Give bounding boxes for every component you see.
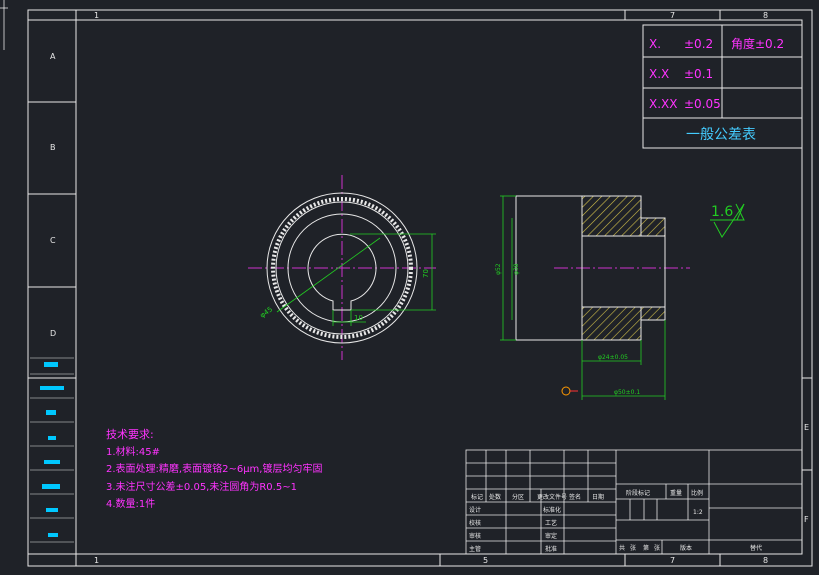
tb-sheet-total: 共 xyxy=(619,544,625,552)
tb-label-approve: 批准 xyxy=(545,545,557,553)
zone-label-top-1: 1 xyxy=(94,11,99,20)
tb-replace-label: 替代 xyxy=(750,544,762,552)
side-view: φ52 φ38 φ24±0.05 φ50±0.1 xyxy=(495,195,690,400)
tb-sheet-index-unit: 张 xyxy=(654,544,660,552)
tol-table-title: 一般公差表 xyxy=(686,127,756,143)
tb-version-label: 版本 xyxy=(680,544,692,552)
tb-label-check: 校核 xyxy=(469,519,481,527)
zone-label-bottom-1: 1 xyxy=(94,556,99,565)
tech-requirements: 技术要求: 1.材料:45# 2.表面处理:精磨,表面镀铬2~6μm,镀层均匀牢… xyxy=(106,428,322,510)
tb-header-mark: 标记 xyxy=(471,493,483,501)
left-strip-markers xyxy=(40,362,64,537)
tb-label-approve-set: 审定 xyxy=(545,532,557,540)
roughness-symbol: 1.6 xyxy=(710,203,745,238)
zone-label-bottom-5: 5 xyxy=(483,556,488,565)
zone-label-right-f: F xyxy=(804,515,809,524)
zone-label-bottom-7: 7 xyxy=(670,556,675,565)
roughness-value: 1.6 xyxy=(711,204,733,220)
tol-row3-format: X.XX xyxy=(649,97,677,111)
front-dim-keyway: 10 xyxy=(354,314,363,322)
tb-label-standard: 标准化 xyxy=(543,506,561,514)
tb-weight-label: 重量 xyxy=(670,489,682,497)
tb-label-lead: 主管 xyxy=(469,545,481,553)
side-dim-length: φ50±0.1 xyxy=(614,389,640,396)
tech-title: 技术要求: xyxy=(106,428,154,441)
tol-row3-value: ±0.05 xyxy=(684,97,721,111)
leader-marker xyxy=(561,386,571,396)
tb-label-design: 设计 xyxy=(469,506,481,514)
tolerance-table: X. ±0.2 角度±0.2 X.X ±0.1 X.XX ±0.05 一般公差表 xyxy=(642,24,803,149)
left-strip-grid xyxy=(30,357,74,543)
zone-label-bottom-8: 8 xyxy=(763,556,768,565)
zone-label-top-8: 8 xyxy=(763,11,768,20)
tech-item-2: 2.表面处理:精磨,表面镀铬2~6μm,镀层均匀牢固 xyxy=(106,462,322,475)
zone-label-left-c: C xyxy=(50,236,56,245)
tol-row2-format: X.X xyxy=(649,67,669,81)
tb-header-count: 处数 xyxy=(489,493,501,501)
tb-label-process: 工艺 xyxy=(545,519,557,527)
title-block: 标记 处数 分区 更改文件号 签名 日期 设计 校核 审核 主管 标准化 工艺 … xyxy=(465,449,803,555)
tb-scale-label: 比例 xyxy=(691,489,703,497)
front-dim-height: 70 xyxy=(422,269,430,278)
zone-label-left-b: B xyxy=(50,143,56,152)
cad-drawing-canvas[interactable]: 1 7 8 1 5 7 8 A B C D E F X. ±0.2 角度±0.2… xyxy=(0,0,819,575)
side-dim-hub: φ24±0.05 xyxy=(598,354,628,361)
zone-label-left-d: D xyxy=(50,329,56,338)
tb-stage-label: 阶段标记 xyxy=(626,489,650,497)
tb-scale-value: 1:2 xyxy=(693,509,703,516)
tb-label-review: 审核 xyxy=(469,532,481,540)
side-dim-inner: φ38 xyxy=(513,263,520,275)
tech-item-3: 3.未注尺寸公差±0.05,未注圆角为R0.5~1 xyxy=(106,480,297,493)
tol-row1-value: ±0.2 xyxy=(684,37,713,51)
tb-header-date: 日期 xyxy=(592,493,604,501)
tech-item-1: 1.材料:45# xyxy=(106,445,160,458)
tol-row2-value: ±0.1 xyxy=(684,67,713,81)
tb-header-sign: 签名 xyxy=(569,493,581,501)
tb-header-file: 更改文件号 xyxy=(537,493,567,501)
zone-label-left-a: A xyxy=(50,52,56,61)
tech-item-4: 4.数量:1件 xyxy=(106,497,155,510)
tb-header-zone: 分区 xyxy=(512,493,524,501)
front-view: φ45 70 10 xyxy=(248,175,436,360)
origin-marker xyxy=(0,0,8,50)
front-dim-diameter: φ45 xyxy=(259,305,275,319)
zone-label-top-7: 7 xyxy=(670,11,675,20)
tb-sheet-index: 第 xyxy=(643,544,649,552)
side-dim-outer: φ52 xyxy=(495,263,502,275)
tol-row1-extra: 角度±0.2 xyxy=(731,36,784,51)
tb-sheet-total-unit: 张 xyxy=(630,544,636,552)
tol-row1-format: X. xyxy=(649,37,661,51)
zone-label-right-e: E xyxy=(804,423,809,432)
